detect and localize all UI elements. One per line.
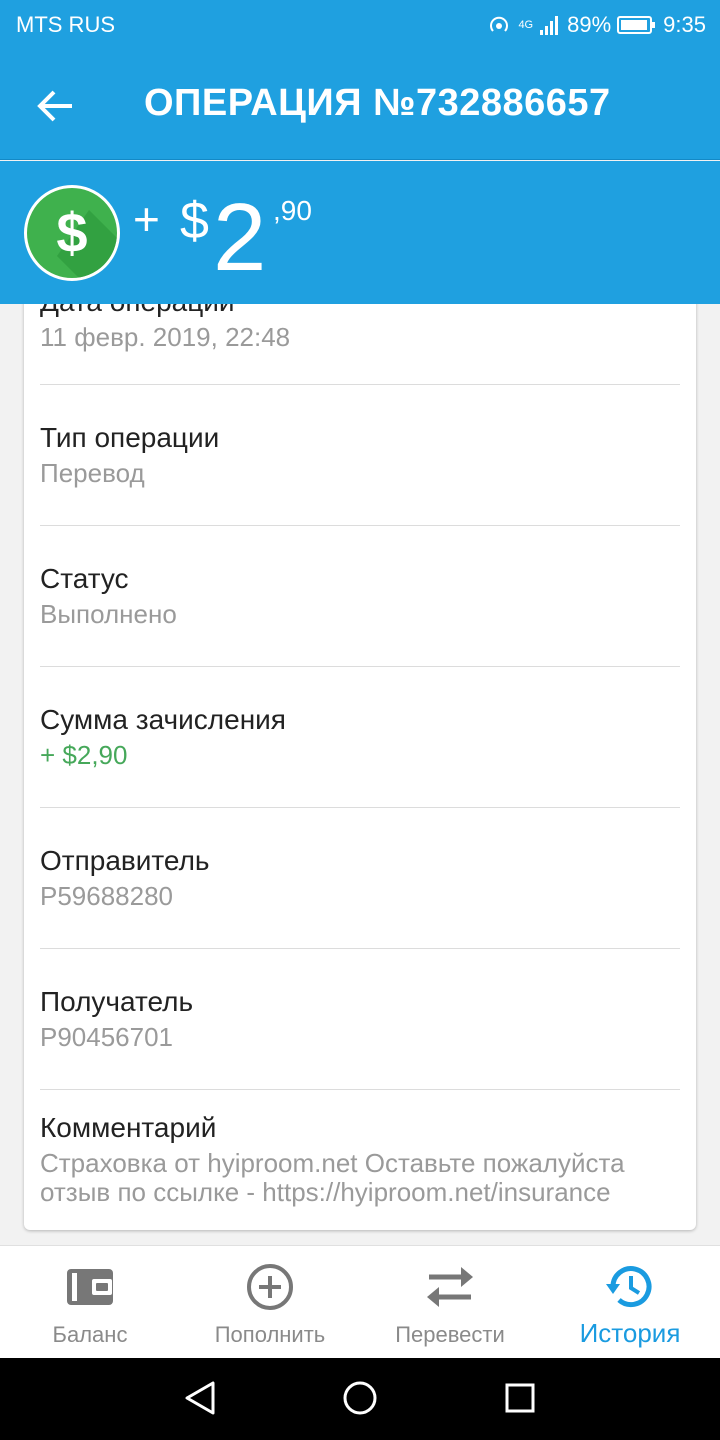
signal-icon: [539, 14, 561, 36]
field-sender: Отправитель P59688280: [40, 843, 680, 911]
carrier-name: MTS RUS: [16, 12, 115, 37]
nav-balance[interactable]: Баланс: [0, 1246, 180, 1359]
divider: [40, 384, 680, 385]
dollar-icon: $: [24, 185, 120, 281]
field-credit-amount: Сумма зачисления + $2,90: [40, 702, 680, 770]
arrow-left-icon: [36, 88, 76, 129]
network-type-icon: 4G: [518, 18, 534, 31]
battery-icon: [617, 15, 657, 35]
divider: [40, 948, 680, 949]
field-status: Статус Выполнено: [40, 561, 680, 629]
field-label: Статус: [40, 563, 129, 594]
field-label: Сумма зачисления: [40, 704, 286, 735]
system-navigation-bar: [0, 1358, 720, 1440]
transfer-arrows-icon: [425, 1262, 475, 1312]
amount-currency: $: [180, 192, 209, 250]
nav-label: Баланс: [52, 1322, 128, 1347]
amount-cents: ,90: [273, 195, 312, 226]
field-value: Страховка от hyiproom.net Оставьте пожал…: [40, 1148, 625, 1207]
status-bar: MTS RUS 4G 89% 9:35: [0, 0, 720, 52]
field-value: + $2,90: [40, 740, 128, 770]
clock: 9:35: [663, 12, 706, 37]
field-value: P59688280: [40, 881, 174, 911]
field-label: Комментарий: [40, 1112, 217, 1143]
hotspot-icon: [486, 14, 512, 36]
divider: [40, 525, 680, 526]
app-bar: ОПЕРАЦИЯ №732886657: [0, 52, 720, 160]
divider: [40, 807, 680, 808]
triangle-back-icon: [183, 1380, 217, 1421]
system-recents-button[interactable]: [500, 1380, 540, 1420]
operation-details-card: Дата операции 11 февр. 2019, 22:48 Тип о…: [24, 240, 696, 1230]
nav-top-up[interactable]: Пополнить: [180, 1246, 360, 1359]
system-home-button[interactable]: [340, 1380, 380, 1420]
field-comment: Комментарий Страховка от hyiproom.net Ос…: [40, 1110, 680, 1206]
battery-percent: 89%: [567, 12, 612, 37]
field-recipient: Получатель P90456701: [40, 984, 680, 1052]
field-label: Тип операции: [40, 422, 220, 453]
system-back-button[interactable]: [180, 1380, 220, 1420]
field-label: Отправитель: [40, 845, 210, 876]
amount-sign: +: [133, 193, 160, 245]
nav-label: История: [579, 1318, 681, 1348]
status-indicators: 4G 89% 9:35: [486, 10, 706, 40]
square-recents-icon: [504, 1382, 536, 1419]
field-label: Получатель: [40, 986, 194, 1017]
network-type: 4G: [518, 18, 534, 31]
nav-history[interactable]: История: [540, 1246, 720, 1359]
nav-label: Перевести: [395, 1322, 505, 1347]
field-value: Перевод: [40, 458, 145, 488]
amount-header: $: [0, 161, 720, 304]
wallet-icon: [66, 1262, 114, 1312]
svg-text:$: $: [56, 201, 87, 264]
field-value: Выполнено: [40, 599, 177, 629]
bottom-navigation: Баланс Пополнить Перевести История: [0, 1245, 720, 1358]
field-value: 11 февр. 2019, 22:48: [40, 322, 291, 352]
plus-circle-icon: [246, 1262, 294, 1312]
field-type: Тип операции Перевод: [40, 420, 680, 488]
circle-home-icon: [342, 1380, 378, 1421]
back-button[interactable]: [30, 82, 82, 134]
history-icon: [605, 1262, 655, 1312]
amount-integer: 2: [213, 184, 267, 291]
nav-transfer[interactable]: Перевести: [360, 1246, 540, 1359]
divider: [40, 666, 680, 667]
page-title: ОПЕРАЦИЯ №732886657: [144, 82, 611, 124]
divider: [40, 1089, 680, 1090]
nav-label: Пополнить: [214, 1322, 326, 1347]
field-value: P90456701: [40, 1022, 174, 1052]
